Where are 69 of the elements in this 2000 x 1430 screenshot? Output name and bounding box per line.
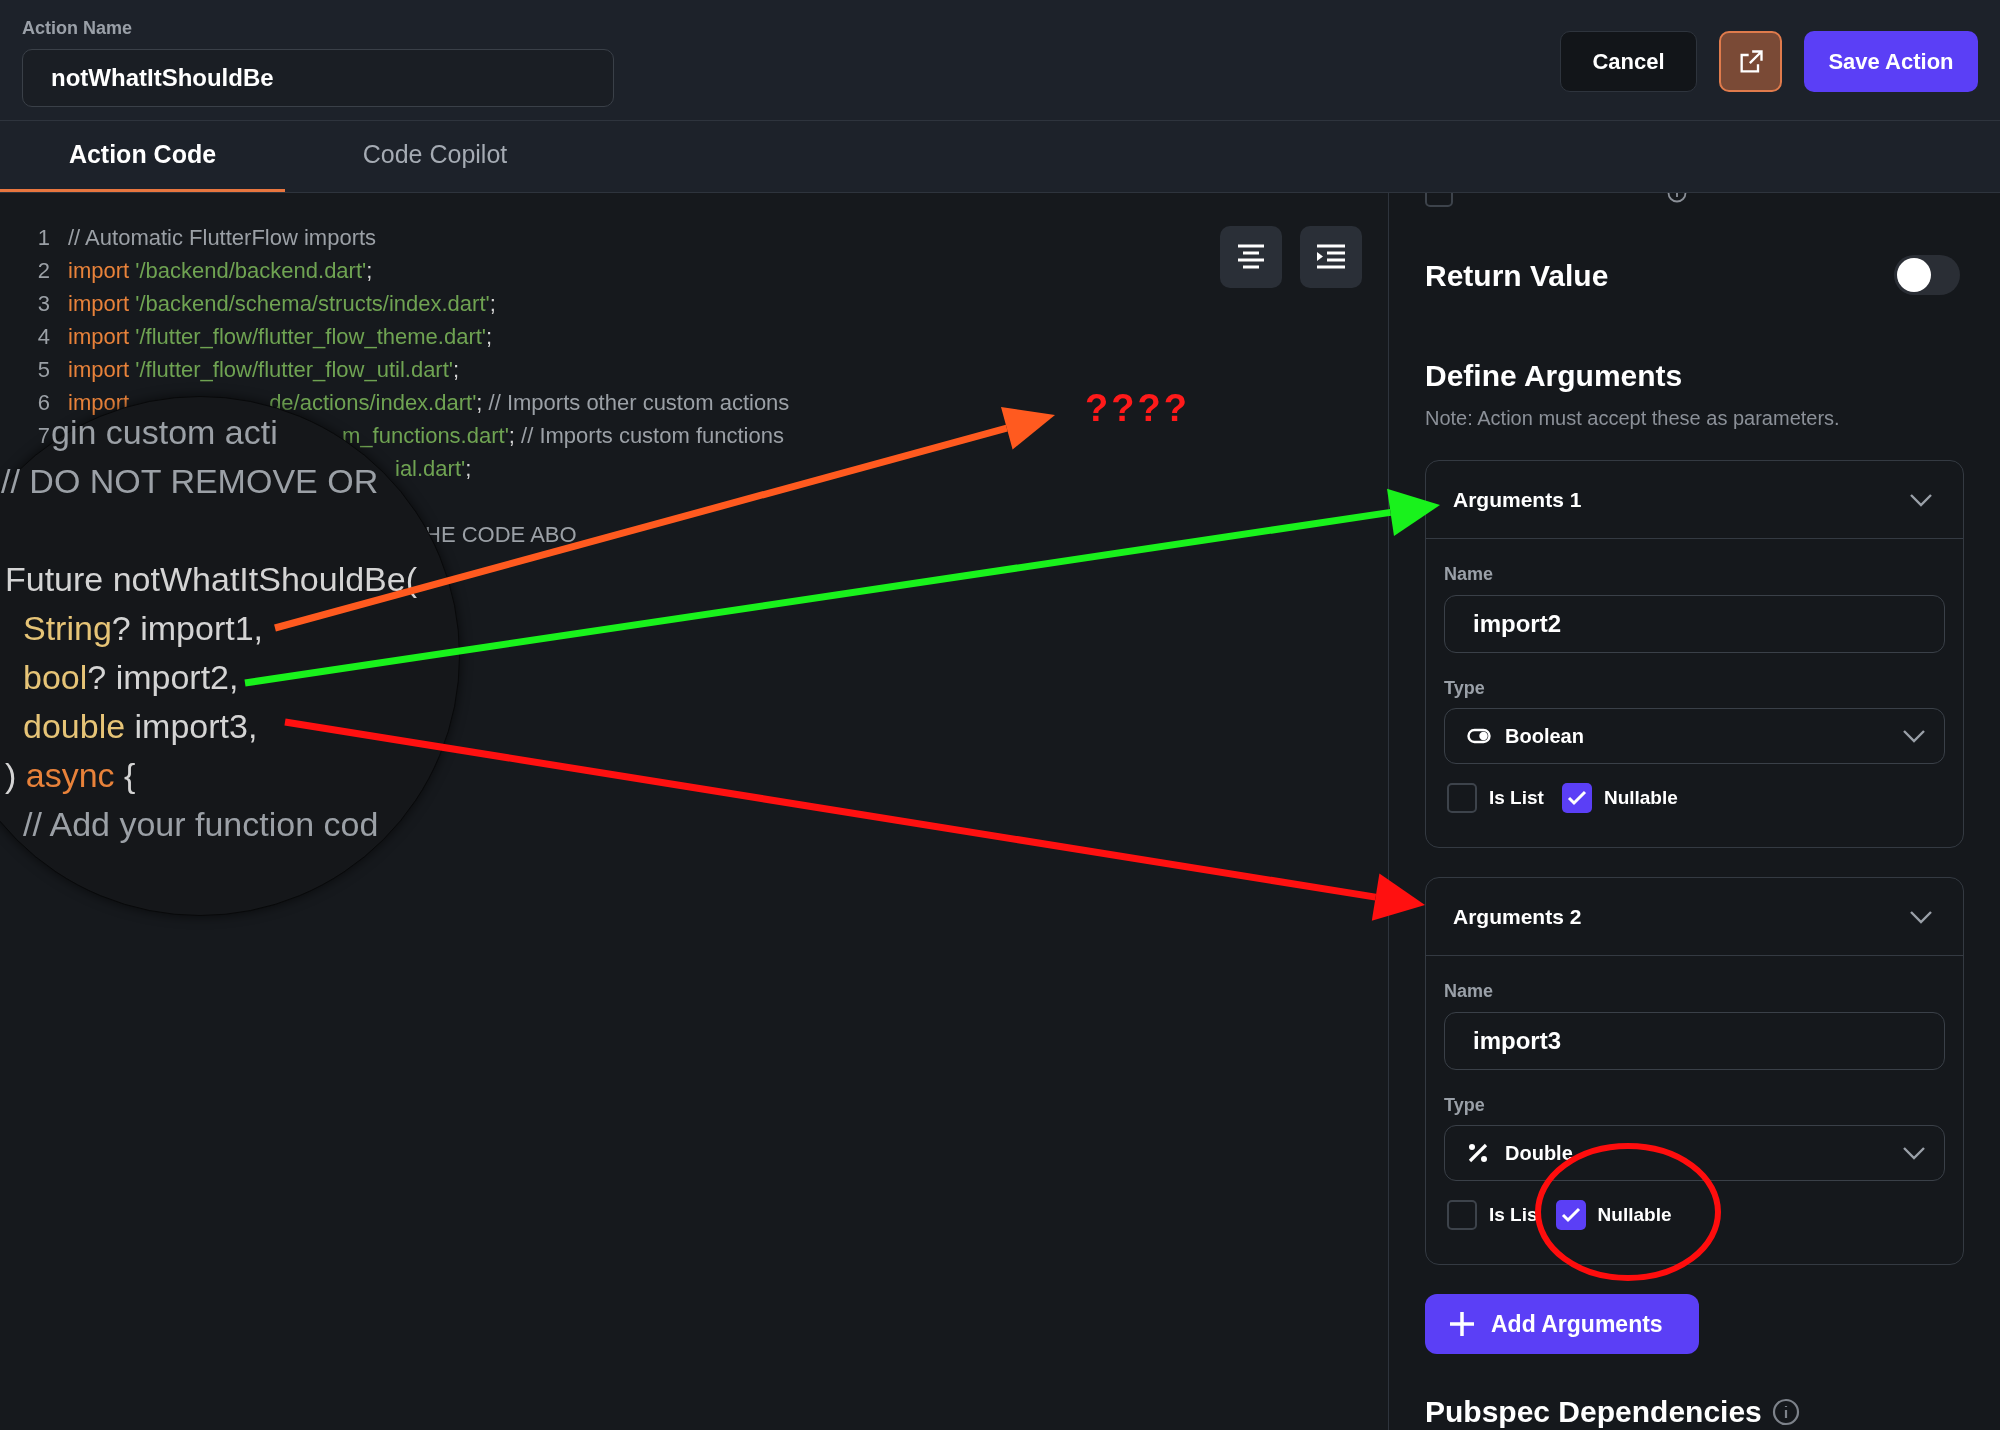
action-name-field[interactable]: notWhatItShouldBe bbox=[22, 49, 614, 107]
cancel-button[interactable]: Cancel bbox=[1560, 31, 1697, 92]
line-number: 1 bbox=[36, 224, 50, 252]
code-text: m_functions.dart'; // Imports custom functions bbox=[342, 422, 784, 450]
magnified-code-line: // Add your function cod bbox=[23, 806, 379, 841]
name-field[interactable]: import2 bbox=[1444, 595, 1945, 653]
line-number: 6 bbox=[36, 389, 50, 417]
chevron-down-icon bbox=[1902, 1146, 1926, 1160]
code-line: import '/backend/backend.dart'; bbox=[68, 257, 373, 285]
checkbox-label: Is List bbox=[1489, 785, 1544, 810]
tab[interactable]: Code Copilot bbox=[285, 121, 585, 192]
percent-icon bbox=[1467, 1142, 1489, 1164]
return-value-toggle[interactable] bbox=[1894, 255, 1960, 295]
line-number: 5 bbox=[36, 356, 50, 384]
magnified-code-line: // DO NOT REMOVE OR bbox=[1, 463, 379, 498]
checkbox-label: Nullable bbox=[1603, 785, 1678, 810]
field-label: Type bbox=[1444, 1094, 1486, 1116]
section-title: Define Arguments bbox=[1425, 358, 1684, 394]
code-text: de/actions/index.dart'; // Imports other custom actions bbox=[269, 389, 790, 417]
field-label: Action Name bbox=[22, 17, 134, 39]
code-line: import '/flutter_flow/flutter_flow_util.dart'; bbox=[68, 356, 460, 384]
magnified-code-line: double import3, bbox=[23, 708, 258, 743]
name-field[interactable]: import3 bbox=[1444, 1012, 1945, 1070]
field-label: Name bbox=[1444, 980, 1495, 1002]
indent-icon bbox=[1315, 243, 1347, 271]
line-number: 4 bbox=[36, 323, 50, 351]
annotation-text: ???? bbox=[1085, 386, 1190, 430]
magnified-code-line: gin custom acti bbox=[51, 414, 278, 449]
note-text: Note: Action must accept these as parameters. bbox=[1425, 406, 1841, 430]
toggle-icon bbox=[1467, 728, 1491, 744]
magnified-code-line: Future notWhatItShouldBe( bbox=[5, 561, 417, 596]
code-line: import '/backend/schema/structs/index.dart'; bbox=[68, 290, 496, 318]
checkbox-label: Nullable bbox=[1597, 1202, 1672, 1227]
type-dropdown[interactable]: Boolean bbox=[1444, 708, 1945, 764]
chevron-down-icon bbox=[1902, 729, 1926, 743]
checkbox[interactable] bbox=[1447, 783, 1477, 813]
chevron-down-icon bbox=[1909, 492, 1933, 507]
plus-icon bbox=[1449, 1311, 1475, 1337]
section-title: Return Value bbox=[1425, 257, 1609, 294]
check-icon bbox=[1566, 790, 1587, 806]
code-text: ial.dart'; bbox=[395, 455, 472, 483]
field-label: Type bbox=[1444, 677, 1486, 699]
code-line: import '/flutter_flow/flutter_flow_theme.dart'; bbox=[68, 323, 493, 351]
align-center-button[interactable] bbox=[1220, 226, 1282, 288]
add-arguments-button[interactable]: Add Arguments bbox=[1425, 1294, 1699, 1354]
field-label: Name bbox=[1444, 563, 1495, 585]
code-line: // Automatic FlutterFlow imports bbox=[68, 224, 377, 252]
line-number: 7 bbox=[36, 422, 50, 450]
code-line: import bbox=[68, 389, 130, 417]
line-number: 3 bbox=[36, 290, 50, 318]
open-external-button[interactable] bbox=[1719, 31, 1782, 92]
card-title: Arguments 1 bbox=[1453, 486, 1582, 513]
line-number: 2 bbox=[36, 257, 50, 285]
indent-button[interactable] bbox=[1300, 226, 1362, 288]
magnified-code-line: String? import1, bbox=[23, 610, 263, 645]
magnified-code-line: ) async { bbox=[5, 757, 136, 792]
magnified-code-line: bool? import2, bbox=[23, 659, 239, 694]
checkbox[interactable] bbox=[1447, 1200, 1477, 1230]
check-icon bbox=[1560, 1207, 1581, 1223]
chevron-down-icon bbox=[1909, 909, 1933, 924]
align-center-icon bbox=[1236, 243, 1266, 271]
checkbox[interactable] bbox=[1561, 783, 1592, 813]
tab[interactable]: Action Code bbox=[0, 121, 285, 192]
checkbox[interactable] bbox=[1555, 1200, 1586, 1230]
info-icon bbox=[1771, 1398, 1800, 1426]
type-dropdown[interactable]: Double bbox=[1444, 1125, 1945, 1181]
section-title: Pubspec Dependencies bbox=[1425, 1394, 1762, 1430]
card-title: Arguments 2 bbox=[1453, 903, 1582, 930]
save-action-button[interactable]: Save Action bbox=[1804, 31, 1978, 92]
